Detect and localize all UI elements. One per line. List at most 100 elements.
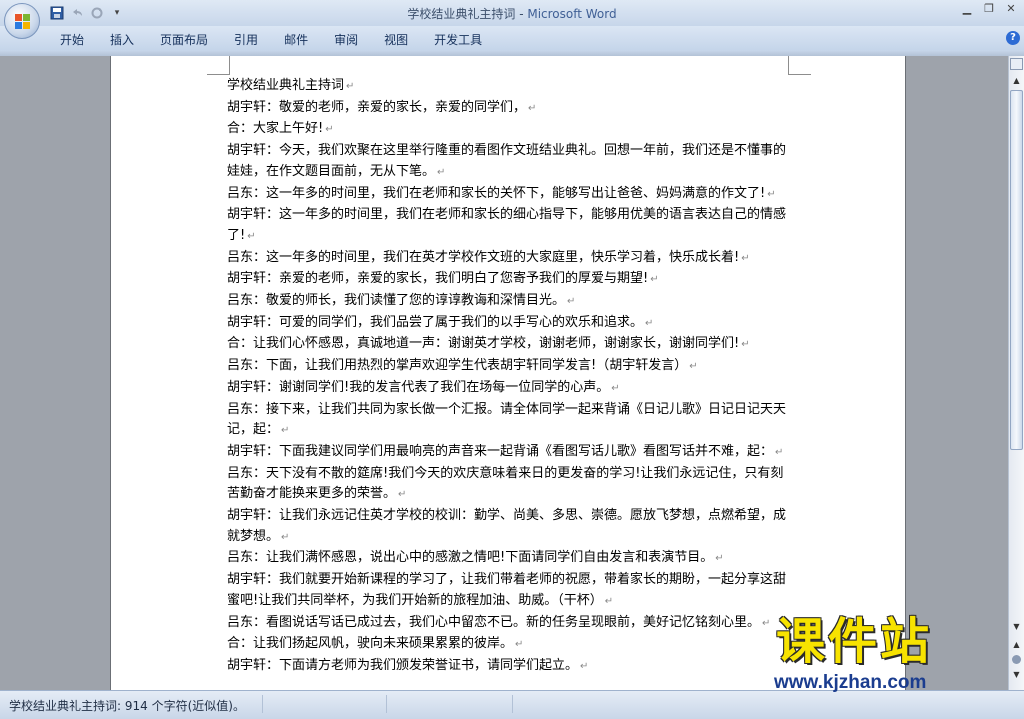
document-heading[interactable]: 学校结业典礼主持词 ↵	[227, 76, 789, 98]
help-icon[interactable]: ?	[1006, 31, 1020, 45]
paragraph-text: 吕东：下面，让我们用热烈的掌声欢迎学生代表胡宇轩同学发言!（胡宇轩发言）	[227, 358, 688, 374]
document-paragraph[interactable]: 合：让我们扬起风帆，驶向未来硕果累累的彼岸。 ↵	[227, 634, 789, 656]
paragraph-mark-icon: ↵	[741, 252, 750, 264]
paragraph-text: 吕东：接下来，让我们共同为家长做一个汇报。请全体同学一起来背诵《日记儿歌》日记日…	[227, 401, 787, 438]
document-paragraph[interactable]: 合：大家上午好! ↵	[227, 119, 789, 141]
tab-insert[interactable]: 插入	[97, 31, 147, 49]
paragraph-mark-icon: ↵	[437, 166, 446, 178]
paragraph-mark-icon: ↵	[580, 660, 589, 672]
scroll-up-icon[interactable]: ▲	[1010, 74, 1023, 87]
tab-review[interactable]: 审阅	[321, 31, 371, 49]
status-divider	[386, 695, 387, 713]
next-page-icon[interactable]: ▼	[1010, 668, 1023, 681]
window-title: 学校结业典礼主持词 - Microsoft Word	[407, 7, 617, 21]
tab-page-layout[interactable]: 页面布局	[147, 31, 221, 49]
paragraph-mark-icon: ↵	[325, 124, 334, 136]
margin-corner-top-right	[788, 56, 811, 75]
paragraph-text: 吕东：敬爱的师长，我们读懂了您的谆谆教诲和深情目光。	[227, 293, 566, 309]
watermark-url: www.kjzhan.com	[774, 672, 927, 693]
document-paragraph[interactable]: 胡宇轩：谢谢同学们!我的发言代表了我们在场每一位同学的心声。 ↵	[227, 378, 789, 400]
tab-developer[interactable]: 开发工具	[421, 31, 495, 49]
previous-page-icon[interactable]: ▲	[1010, 638, 1023, 651]
document-body[interactable]: 学校结业典礼主持词 ↵ 胡宇轩：敬爱的老师，亲爱的家长，亲爱的同学们， ↵ 合：大家上午…	[227, 76, 789, 678]
document-workspace: 学校结业典礼主持词 ↵ 胡宇轩：敬爱的老师，亲爱的家长，亲爱的同学们， ↵ 合：大家上午…	[0, 56, 1008, 690]
status-divider	[512, 695, 513, 713]
document-paragraph[interactable]: 胡宇轩：可爱的同学们，我们品尝了属于我们的以手写心的欢乐和追求。 ↵	[227, 313, 789, 335]
paragraph-mark-icon: ↵	[604, 595, 614, 607]
tab-home[interactable]: 开始	[47, 31, 97, 49]
paragraph-text: 胡宇轩：让我们永远记住英才学校的校训：勤学、尚美、多思、崇德。愿放飞梦想，点燃希…	[227, 508, 787, 544]
tab-references[interactable]: 引用	[221, 31, 271, 49]
document-paragraph[interactable]: 胡宇轩：亲爱的老师，亲爱的家长，我们明白了您寄予我们的厚爱与期望! ↵	[227, 269, 789, 291]
paragraph-text: 合：大家上午好!	[227, 121, 324, 137]
paragraph-mark-icon: ↵	[281, 531, 290, 543]
title-bar: ▾ 学校结业典礼主持词 - Microsoft Word ▁ ❐ ✕	[0, 0, 1024, 26]
tab-view[interactable]: 视图	[371, 31, 421, 49]
paragraph-text: 胡宇轩：谢谢同学们!我的发言代表了我们在场每一位同学的心声。	[227, 379, 610, 395]
paragraph-text: 胡宇轩：敬爱的老师，亲爱的家长，亲爱的同学们，	[227, 99, 527, 115]
view-ruler-icon[interactable]	[1010, 58, 1023, 70]
paragraph-mark-icon: ↵	[567, 296, 576, 308]
document-paragraph[interactable]: 吕东：这一年多的时间里，我们在老师和家长的关怀下，能够写出让爸爸、妈妈满意的作文…	[227, 184, 789, 206]
paragraph-mark-icon: ↵	[281, 425, 290, 437]
minimize-icon[interactable]: ▁	[960, 2, 974, 16]
document-paragraph[interactable]: 胡宇轩：这一年多的时间里，我们在老师和家长的细心指导下，能够用优美的语言表达自己…	[227, 205, 789, 247]
document-paragraph[interactable]: 吕东：下面，让我们用热烈的掌声欢迎学生代表胡宇轩同学发言!（胡宇轩发言） ↵	[227, 356, 789, 378]
paragraph-mark-icon: ↵	[715, 553, 724, 565]
scroll-down-icon[interactable]: ▼	[1010, 620, 1023, 633]
select-browse-object-icon[interactable]	[1012, 655, 1021, 664]
paragraph-text: 学校结业典礼主持词	[227, 78, 345, 93]
tab-mailings[interactable]: 邮件	[271, 31, 321, 49]
paragraph-mark-icon: ↵	[247, 230, 256, 242]
ribbon-tabs: 开始 插入 页面布局 引用 邮件 审阅 视图 开发工具	[47, 31, 495, 49]
paragraph-mark-icon: ↵	[767, 188, 776, 200]
paragraph-text: 吕东：天下没有不散的筵席!我们今天的欢庆意味着来日的更发奋的学习!让我们永远记住…	[227, 465, 784, 502]
office-logo-icon	[14, 13, 30, 29]
restore-icon[interactable]: ❐	[982, 2, 996, 16]
document-paragraph[interactable]: 胡宇轩：今天，我们欢聚在这里举行隆重的看图作文班结业典礼。回想一年前，我们还是不…	[227, 141, 789, 183]
document-page[interactable]: 学校结业典礼主持词 ↵ 胡宇轩：敬爱的老师，亲爱的家长，亲爱的同学们， ↵ 合：大家上午…	[110, 56, 906, 690]
close-icon[interactable]: ✕	[1004, 2, 1018, 16]
paragraph-mark-icon: ↵	[741, 339, 750, 351]
document-paragraph[interactable]: 吕东：天下没有不散的筵席!我们今天的欢庆意味着来日的更发奋的学习!让我们永远记住…	[227, 464, 789, 506]
paragraph-text: 胡宇轩：这一年多的时间里，我们在老师和家长的细心指导下，能够用优美的语言表达自己…	[227, 207, 787, 243]
paragraph-text: 吕东：这一年多的时间里，我们在老师和家长的关怀下，能够写出让爸爸、妈妈满意的作文…	[227, 185, 766, 201]
watermark-logo: 课件站 www.kjzhan.com	[770, 612, 1010, 704]
paragraph-mark-icon: ↵	[650, 274, 659, 286]
paragraph-mark-icon: ↵	[398, 489, 407, 501]
margin-corner-top-left	[207, 56, 230, 75]
paragraph-mark-icon: ↵	[611, 382, 620, 394]
document-paragraph[interactable]: 胡宇轩：下面我建议同学们用最响亮的声音来一起背诵《看图写话儿歌》看图写话并不难，…	[227, 442, 789, 464]
paragraph-text: 胡宇轩：今天，我们欢聚在这里举行隆重的看图作文班结业典礼。回想一年前，我们还是不…	[227, 143, 787, 179]
document-paragraph[interactable]: 吕东：看图说话写话已成过去，我们心中留恋不已。新的任务呈现眼前，美好记忆铭刻心里…	[227, 613, 789, 635]
paragraph-text: 胡宇轩：我们就要开始新课程的学习了，让我们带着老师的祝愿，带着家长的期盼，一起分…	[227, 572, 787, 608]
document-paragraph[interactable]: 胡宇轩：敬爱的老师，亲爱的家长，亲爱的同学们， ↵	[227, 98, 789, 120]
window-controls: ▁ ❐ ✕	[960, 2, 1018, 16]
paragraph-mark-icon: ↵	[689, 361, 698, 373]
document-paragraph[interactable]: 胡宇轩：下面请方老师为我们颁发荣誉证书，请同学们起立。 ↵	[227, 656, 789, 678]
paragraph-text: 吕东：这一年多的时间里，我们在英才学校作文班的大家庭里，快乐学习着，快乐成长着!	[227, 249, 740, 265]
document-paragraph[interactable]: 胡宇轩：让我们永远记住英才学校的校训：勤学、尚美、多思、崇德。愿放飞梦想，点燃希…	[227, 506, 789, 548]
paragraph-text: 合：让我们心怀感恩，真诚地道一声：谢谢英才学校，谢谢老师，谢谢家长，谢谢同学们!	[227, 336, 740, 352]
paragraph-text: 吕东：看图说话写话已成过去，我们心中留恋不已。新的任务呈现眼前，美好记忆铭刻心里…	[227, 614, 761, 630]
document-paragraph[interactable]: 吕东：接下来，让我们共同为家长做一个汇报。请全体同学一起来背诵《日记儿歌》日记日…	[227, 400, 789, 442]
watermark-title: 课件站	[776, 613, 933, 670]
paragraph-mark-icon: ↵	[645, 317, 654, 329]
ribbon: 开始 插入 页面布局 引用 邮件 审阅 视图 开发工具 ?	[0, 26, 1024, 51]
document-paragraph[interactable]: 吕东：这一年多的时间里，我们在英才学校作文班的大家庭里，快乐学习着，快乐成长着!…	[227, 248, 789, 270]
office-button[interactable]	[4, 3, 40, 39]
status-word-count[interactable]: 学校结业典礼主持词: 914 个字符(近似值)。	[9, 697, 245, 714]
paragraph-text: 胡宇轩：下面请方老师为我们颁发荣誉证书，请同学们起立。	[227, 657, 579, 673]
scroll-thumb[interactable]	[1010, 90, 1023, 450]
document-paragraph[interactable]: 吕东：让我们满怀感恩，说出心中的感激之情吧!下面请同学们自由发言和表演节目。 ↵	[227, 548, 789, 570]
vertical-scrollbar[interactable]: ▲ ▼ ▲ ▼	[1008, 56, 1024, 690]
document-paragraph[interactable]: 吕东：敬爱的师长，我们读懂了您的谆谆教诲和深情目光。 ↵	[227, 291, 789, 313]
paragraph-mark-icon: ↵	[528, 102, 537, 114]
paragraph-text: 胡宇轩：亲爱的老师，亲爱的家长，我们明白了您寄予我们的厚爱与期望!	[227, 271, 649, 287]
paragraph-text: 胡宇轩：可爱的同学们，我们品尝了属于我们的以手写心的欢乐和追求。	[227, 314, 644, 330]
paragraph-mark-icon: ↵	[346, 81, 355, 92]
document-paragraph[interactable]: 胡宇轩：我们就要开始新课程的学习了，让我们带着老师的祝愿，带着家长的期盼，一起分…	[227, 570, 789, 612]
paragraph-text: 吕东：让我们满怀感恩，说出心中的感激之情吧!下面请同学们自由发言和表演节目。	[227, 550, 714, 566]
document-paragraph[interactable]: 合：让我们心怀感恩，真诚地道一声：谢谢英才学校，谢谢老师，谢谢家长，谢谢同学们!…	[227, 334, 789, 356]
paragraph-mark-icon: ↵	[775, 446, 784, 458]
